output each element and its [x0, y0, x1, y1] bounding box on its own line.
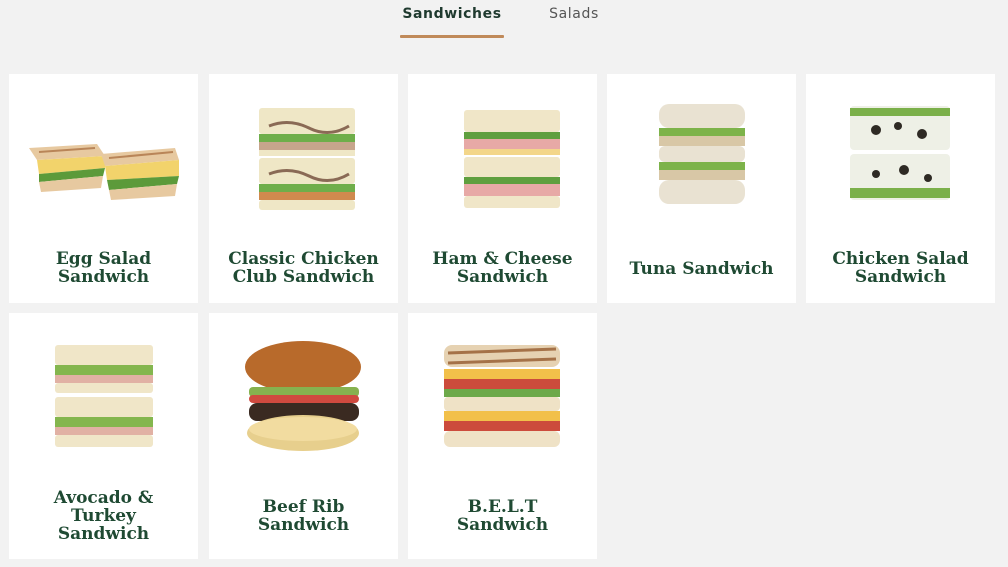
- egg-salad-sandwich-image: [9, 96, 198, 224]
- active-tab-underline: [400, 35, 504, 38]
- chicken-salad-sandwich-image: [806, 96, 995, 224]
- menu-card-chicken-salad-sandwich[interactable]: Chicken Salad Sandwich: [806, 74, 995, 303]
- item-name: Ham & Cheese Sandwich: [432, 249, 573, 287]
- beef-rib-sandwich-image: [209, 335, 398, 463]
- classic-chicken-club-sandwich-image: [209, 96, 398, 224]
- menu-card-tuna-sandwich[interactable]: Tuna Sandwich: [607, 74, 796, 303]
- category-tabs: Sandwiches Salads: [0, 0, 1008, 40]
- item-name: Chicken Salad Sandwich: [832, 249, 969, 287]
- tuna-sandwich-image: [607, 96, 796, 224]
- avocado-turkey-sandwich-image: [9, 335, 198, 463]
- ham-cheese-sandwich-image: [408, 96, 597, 224]
- menu-card-beef-rib-sandwich[interactable]: Beef Rib Sandwich: [209, 313, 398, 559]
- menu-card-ham-cheese-sandwich[interactable]: Ham & Cheese Sandwich: [408, 74, 597, 303]
- item-name: Tuna Sandwich: [629, 259, 774, 279]
- item-name: B.E.L.T Sandwich: [456, 497, 549, 535]
- item-name: Egg Salad Sandwich: [55, 249, 152, 287]
- belt-sandwich-image: [408, 335, 597, 463]
- item-name: Beef Rib Sandwich: [257, 497, 350, 535]
- menu-card-avocado-turkey-sandwich[interactable]: Avocado & Turkey Sandwich: [9, 313, 198, 559]
- menu-card-classic-chicken-club-sandwich[interactable]: Classic Chicken Club Sandwich: [209, 74, 398, 303]
- item-name: Classic Chicken Club Sandwich: [228, 249, 379, 287]
- menu-card-belt-sandwich[interactable]: B.E.L.T Sandwich: [408, 313, 597, 559]
- tab-salads[interactable]: Salads: [540, 0, 608, 38]
- tab-salads-label: Salads: [549, 6, 599, 22]
- tab-sandwiches-label: Sandwiches: [402, 6, 502, 22]
- menu-card-egg-salad-sandwich[interactable]: Egg Salad Sandwich: [9, 74, 198, 303]
- item-name: Avocado & Turkey Sandwich: [53, 488, 154, 544]
- tab-sandwiches[interactable]: Sandwiches: [400, 0, 504, 38]
